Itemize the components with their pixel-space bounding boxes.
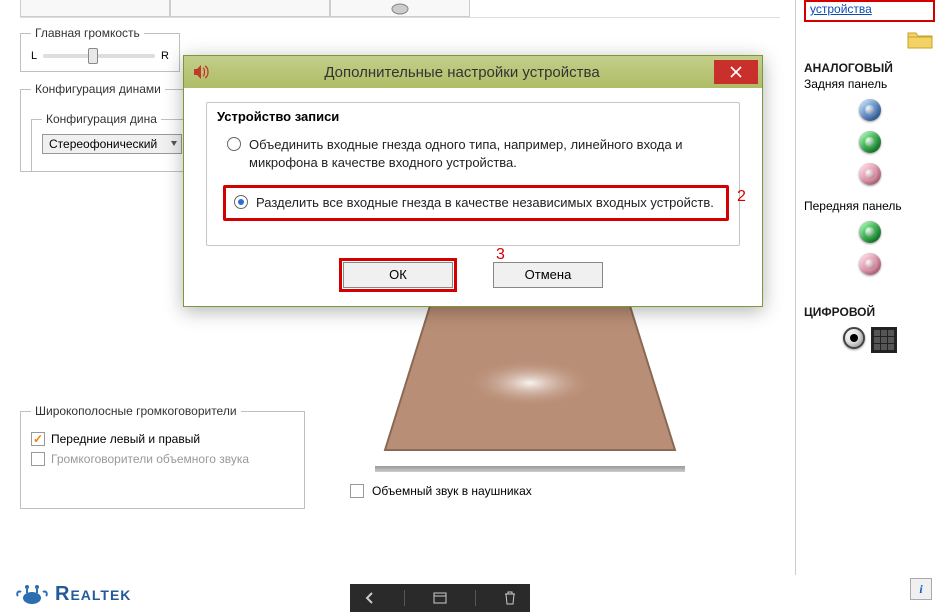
device-settings-link[interactable]: устройства <box>810 2 872 16</box>
recording-device-group-title: Устройство записи <box>217 109 729 124</box>
balance-l-label: L <box>31 50 37 62</box>
speaker-config-inner-legend: Конфигурация дина <box>42 112 161 126</box>
device-settings-link-box: устройства <box>804 0 935 22</box>
mouse-icon <box>389 1 411 15</box>
close-icon <box>730 66 742 78</box>
realtek-brand-text: Realtek <box>55 583 131 606</box>
chevron-left-icon[interactable] <box>364 591 376 605</box>
front-lr-checkbox[interactable]: ✓ <box>31 432 45 446</box>
dialog-titlebar[interactable]: Дополнительные настройки устройства <box>184 56 762 88</box>
option-merge-label: Объединить входные гнезда одного типа, н… <box>249 136 725 171</box>
jack-spdif-optical[interactable] <box>871 327 897 353</box>
info-icon: i <box>919 582 922 597</box>
realtek-logo: Realtek <box>15 580 131 608</box>
option-merge-row[interactable]: Объединить входные гнезда одного типа, н… <box>223 132 729 175</box>
right-panel: устройства АНАЛОГОВЫЙ Задняя панель Пере… <box>795 0 943 575</box>
wideband-legend: Широкополосные громкоговорители <box>31 404 241 418</box>
jack-rear-green[interactable] <box>859 131 881 153</box>
front-panel-label: Передняя панель <box>804 199 937 213</box>
jack-rear-blue[interactable] <box>859 99 881 121</box>
jack-spdif-coax[interactable] <box>843 327 865 349</box>
bottom-toolbar <box>350 584 530 612</box>
option-split-row[interactable]: Разделить все входные гнезда в качестве … <box>223 185 729 221</box>
speaker-config-legend: Конфигурация динами <box>31 82 165 96</box>
dialog-title: Дополнительные настройки устройства <box>220 64 704 81</box>
digital-title: ЦИФРОВОЙ <box>804 305 937 319</box>
master-volume-legend: Главная громкость <box>31 26 144 40</box>
top-device-3[interactable] <box>330 0 470 17</box>
speaker-stage: Объемный звук в наушниках <box>350 280 710 510</box>
headphone-surround-checkbox[interactable] <box>350 484 364 498</box>
window-icon[interactable] <box>433 592 447 604</box>
rear-panel-label: Задняя панель <box>804 77 937 91</box>
speaker-mode-value: Стереофонический <box>49 137 157 151</box>
option-split-label: Разделить все входные гнезда в качестве … <box>256 194 714 212</box>
option-merge-radio[interactable] <box>227 137 241 151</box>
front-lr-label: Передние левый и правый <box>51 432 200 446</box>
cancel-button[interactable]: Отмена <box>493 262 603 288</box>
analog-title: АНАЛОГОВЫЙ <box>804 61 937 75</box>
jack-front-pink[interactable] <box>859 253 881 275</box>
surround-label: Громкоговорители объемного звука <box>51 452 249 466</box>
speaker-mode-select[interactable]: Стереофонический <box>42 134 182 154</box>
jack-rear-pink[interactable] <box>859 163 881 185</box>
jack-front-green[interactable] <box>859 221 881 243</box>
annotation-2: 2 <box>737 188 746 206</box>
annotation-3: 3 <box>496 246 505 264</box>
balance-r-label: R <box>161 50 169 62</box>
master-volume-group: Главная громкость L R <box>20 26 180 72</box>
surround-checkbox <box>31 452 45 466</box>
headphone-surround-label: Объемный звук в наушниках <box>372 484 532 498</box>
recording-device-group: Устройство записи Объединить входные гне… <box>206 102 740 246</box>
speaker-icon <box>192 63 210 81</box>
dialog-close-button[interactable] <box>714 60 758 84</box>
top-device-2[interactable] <box>170 0 330 17</box>
wideband-group: Широкополосные громкоговорители ✓ Передн… <box>20 404 305 509</box>
balance-slider[interactable] <box>43 54 155 58</box>
advanced-settings-dialog: Дополнительные настройки устройства Устр… <box>183 55 763 307</box>
top-device-1[interactable] <box>20 0 170 17</box>
ok-button[interactable]: ОК <box>343 262 453 288</box>
trash-icon[interactable] <box>504 591 516 605</box>
option-split-radio[interactable] <box>234 195 248 209</box>
realtek-crab-icon <box>15 580 49 608</box>
folder-icon[interactable] <box>802 30 933 53</box>
info-button[interactable]: i <box>910 578 932 600</box>
